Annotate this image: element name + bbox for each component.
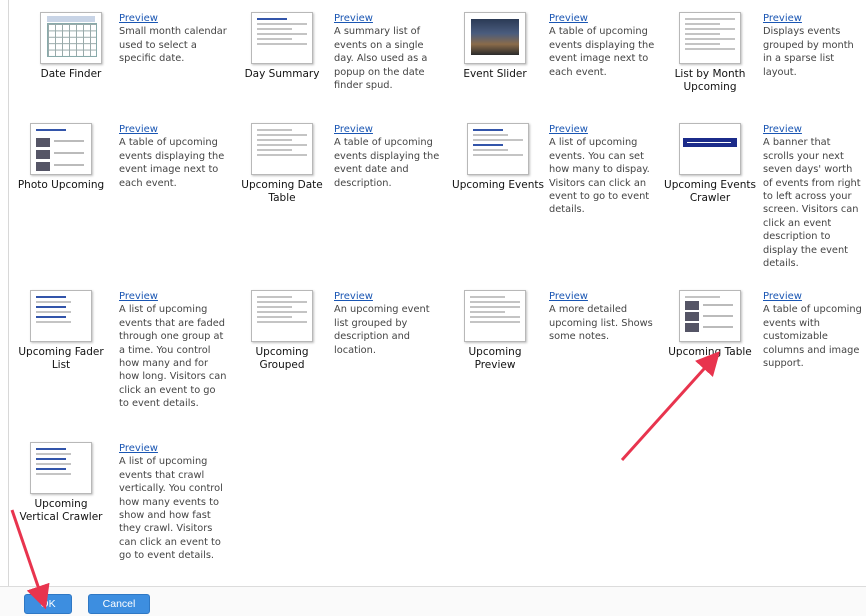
widget-description: A table of upcoming events with customiz… xyxy=(763,304,862,370)
dialog-footer: OK Cancel xyxy=(0,586,866,616)
upcoming-events-thumbnail[interactable] xyxy=(467,123,529,175)
preview-link[interactable]: Preview xyxy=(549,123,657,136)
widget-upcoming-table[interactable]: Upcoming Table xyxy=(664,290,756,359)
widget-description: An upcoming event list grouped by descri… xyxy=(334,304,430,356)
upcoming-preview-thumbnail[interactable] xyxy=(464,290,526,342)
widget-description-block: Preview A table of upcoming events displ… xyxy=(119,123,227,190)
cancel-button[interactable]: Cancel xyxy=(88,594,150,614)
widget-label: Upcoming Grouped xyxy=(255,346,309,371)
widget-label: Upcoming Fader List xyxy=(18,346,104,371)
widget-description-block: Preview A table of upcoming events displ… xyxy=(334,123,442,190)
widget-upcoming-fader-list[interactable]: Upcoming Fader List xyxy=(15,290,107,372)
widget-description-block: Preview A list of upcoming events that a… xyxy=(119,290,227,411)
preview-link[interactable]: Preview xyxy=(334,123,442,136)
widget-description: A more detailed upcoming list. Shows som… xyxy=(549,304,653,343)
preview-link[interactable]: Preview xyxy=(119,290,227,303)
widget-description-block: Preview A summary list of events on a si… xyxy=(334,12,442,92)
widget-description: A summary list of events on a single day… xyxy=(334,26,428,92)
widget-description: A banner that scrolls your next seven da… xyxy=(763,137,861,270)
preview-link[interactable]: Preview xyxy=(549,290,657,303)
widget-description: A table of upcoming events displaying th… xyxy=(334,137,440,189)
preview-link[interactable]: Preview xyxy=(763,123,863,136)
widget-upcoming-date-table[interactable]: Upcoming Date Table xyxy=(236,123,328,205)
widget-label: Upcoming Events Crawler xyxy=(664,179,756,204)
widget-label: Date Finder xyxy=(40,68,102,80)
widget-description-block: Preview A list of upcoming events that c… xyxy=(119,442,227,563)
widget-list-by-month[interactable]: List by Month Upcoming xyxy=(664,12,756,94)
upcoming-vertical-crawler-thumbnail[interactable] xyxy=(30,442,92,494)
widget-label: Event Slider xyxy=(463,68,527,80)
widget-description-block: Preview A list of upcoming events. You c… xyxy=(549,123,657,217)
widget-label: Upcoming Vertical Crawler xyxy=(19,498,103,523)
widget-description: A list of upcoming events that crawl ver… xyxy=(119,456,223,562)
widget-label: Photo Upcoming xyxy=(17,179,105,191)
upcoming-fader-list-thumbnail[interactable] xyxy=(30,290,92,342)
widget-label: Day Summary xyxy=(244,68,320,80)
ok-button[interactable]: OK xyxy=(24,594,72,614)
widget-description: A list of upcoming events that are faded… xyxy=(119,304,227,410)
preview-link[interactable]: Preview xyxy=(763,12,863,25)
widget-upcoming-vertical-crawler[interactable]: Upcoming Vertical Crawler xyxy=(15,442,107,524)
widget-description-block: Preview A table of upcoming events displ… xyxy=(549,12,657,79)
widget-description-block: Preview A more detailed upcoming list. S… xyxy=(549,290,657,344)
widget-description-block: Preview Small month calendar used to sel… xyxy=(119,12,227,66)
preview-link[interactable]: Preview xyxy=(119,12,227,25)
widget-label: Upcoming Date Table xyxy=(241,179,323,204)
widget-upcoming-events-crawler[interactable]: Upcoming Events Crawler xyxy=(664,123,756,205)
photo-upcoming-thumbnail[interactable] xyxy=(30,123,92,175)
upcoming-table-thumbnail[interactable] xyxy=(679,290,741,342)
widget-description-block: Preview Displays events grouped by month… xyxy=(763,12,863,79)
preview-link[interactable]: Preview xyxy=(549,12,657,25)
widget-label: Upcoming Events xyxy=(452,179,544,191)
event-slider-thumbnail[interactable] xyxy=(464,12,526,64)
widget-label: Upcoming Preview xyxy=(468,346,522,371)
list-by-month-thumbnail[interactable] xyxy=(679,12,741,64)
preview-link[interactable]: Preview xyxy=(763,290,863,303)
widget-description-block: Preview A table of upcoming events with … xyxy=(763,290,863,370)
widget-upcoming-grouped[interactable]: Upcoming Grouped xyxy=(236,290,328,372)
widget-event-slider[interactable]: Event Slider xyxy=(449,12,541,81)
upcoming-date-table-thumbnail[interactable] xyxy=(251,123,313,175)
widget-description: A table of upcoming events displaying th… xyxy=(119,137,225,189)
widget-label: Upcoming Table xyxy=(668,346,752,358)
preview-link[interactable]: Preview xyxy=(119,123,227,136)
upcoming-events-crawler-thumbnail[interactable] xyxy=(679,123,741,175)
day-summary-thumbnail[interactable] xyxy=(251,12,313,64)
widget-date-finder[interactable]: Date Finder xyxy=(25,12,117,81)
widget-upcoming-preview[interactable]: Upcoming Preview xyxy=(449,290,541,372)
widget-description-block: Preview An upcoming event list grouped b… xyxy=(334,290,442,357)
preview-link[interactable]: Preview xyxy=(334,12,442,25)
upcoming-grouped-thumbnail[interactable] xyxy=(251,290,313,342)
date-finder-thumbnail[interactable] xyxy=(40,12,102,64)
preview-link[interactable]: Preview xyxy=(119,442,227,455)
preview-link[interactable]: Preview xyxy=(334,290,442,303)
widget-label: List by Month Upcoming xyxy=(674,68,746,93)
widget-description: A list of upcoming events. You can set h… xyxy=(549,137,650,216)
widget-description: Small month calendar used to select a sp… xyxy=(119,26,227,65)
arrow-to-upcoming-table xyxy=(620,351,721,462)
widget-photo-upcoming[interactable]: Photo Upcoming xyxy=(15,123,107,192)
widget-description: A table of upcoming events displaying th… xyxy=(549,26,655,78)
widget-description-block: Preview A banner that scrolls your next … xyxy=(763,123,863,270)
left-border xyxy=(8,0,9,586)
widget-day-summary[interactable]: Day Summary xyxy=(236,12,328,81)
widget-picker-dialog: Date Finder Preview Small month calendar… xyxy=(0,0,866,616)
widget-description: Displays events grouped by month in a sp… xyxy=(763,26,854,78)
widget-upcoming-events[interactable]: Upcoming Events xyxy=(452,123,544,192)
